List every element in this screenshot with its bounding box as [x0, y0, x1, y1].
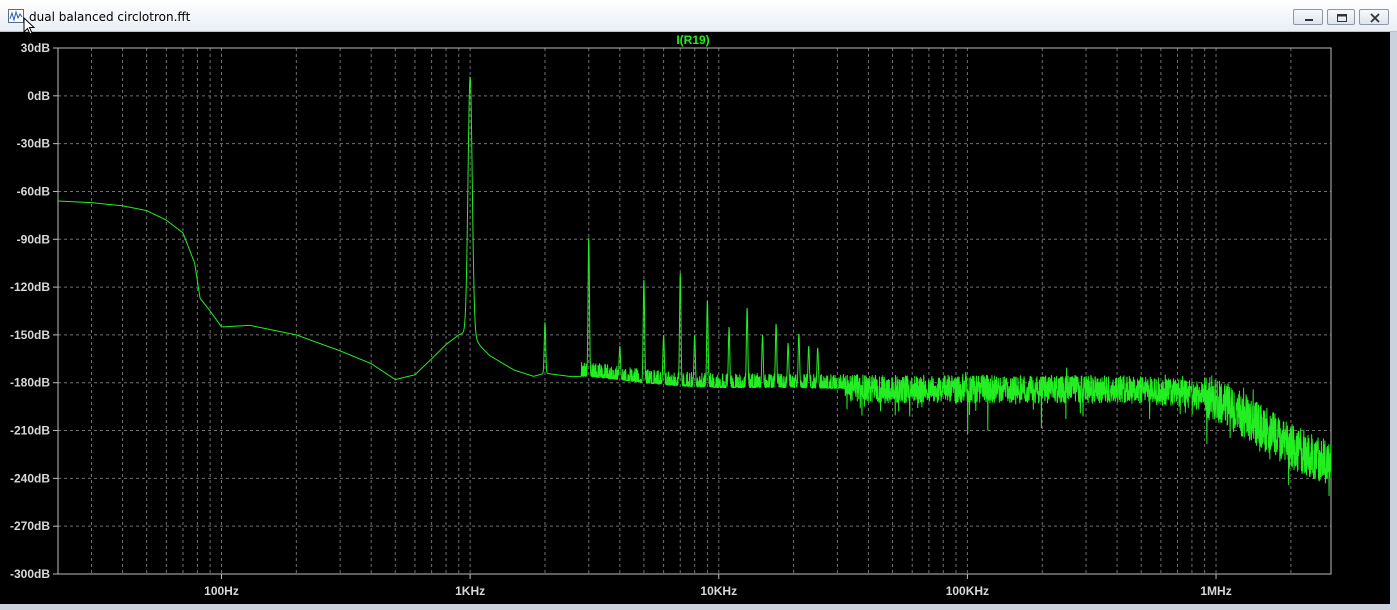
mouse-cursor-icon	[23, 17, 35, 35]
x-tick-label: 100Hz	[204, 584, 239, 598]
y-tick-label: -240dB	[10, 471, 50, 485]
y-tick-label: 0dB	[27, 89, 50, 103]
bottom-edge	[0, 604, 1397, 610]
fft-window: dual balanced circlotron.fft 30dB 0dB -30d…	[0, 0, 1397, 610]
y-tick-label: -210dB	[10, 424, 50, 438]
y-tick-label: -300dB	[10, 567, 50, 581]
minimize-button[interactable]	[1293, 9, 1323, 25]
title-bar[interactable]: dual balanced circlotron.fft	[0, 0, 1397, 32]
y-tick-label: -30dB	[17, 137, 51, 151]
y-tick-label: 30dB	[21, 41, 51, 55]
y-tick-label: -180dB	[10, 376, 50, 390]
x-tick-label: 1MHz	[1200, 584, 1231, 598]
minimize-icon	[1305, 19, 1313, 21]
maximize-icon	[1337, 14, 1347, 22]
y-tick-label: -120dB	[10, 280, 50, 294]
close-button[interactable]	[1359, 9, 1389, 25]
y-tick-label: -270dB	[10, 519, 50, 533]
x-tick-label: 1KHz	[455, 584, 485, 598]
window-title: dual balanced circlotron.fft	[29, 10, 191, 24]
fft-chart[interactable]: 30dB 0dB -30dB -60dB -90dB -120dB -150dB -180dB…	[0, 32, 1390, 604]
chart-title: I(R19)	[676, 33, 709, 47]
y-tick-label: -60dB	[17, 184, 51, 198]
x-tick-label: 100KHz	[946, 584, 989, 598]
plot-border	[53, 47, 1332, 579]
close-icon	[1370, 13, 1380, 23]
tick-labels: 30dB 0dB -30dB -60dB -90dB -120dB -150dB -180dB…	[10, 41, 1232, 598]
right-edge	[1390, 32, 1397, 604]
x-tick-label: 10KHz	[700, 584, 737, 598]
waveform-app-icon[interactable]	[8, 9, 24, 23]
y-tick-label: -90dB	[17, 232, 51, 246]
grid	[58, 47, 1331, 575]
maximize-button[interactable]	[1327, 9, 1355, 25]
y-tick-label: -150dB	[10, 328, 50, 342]
plot-area[interactable]: 30dB 0dB -30dB -60dB -90dB -120dB -150dB -180dB…	[0, 32, 1390, 604]
